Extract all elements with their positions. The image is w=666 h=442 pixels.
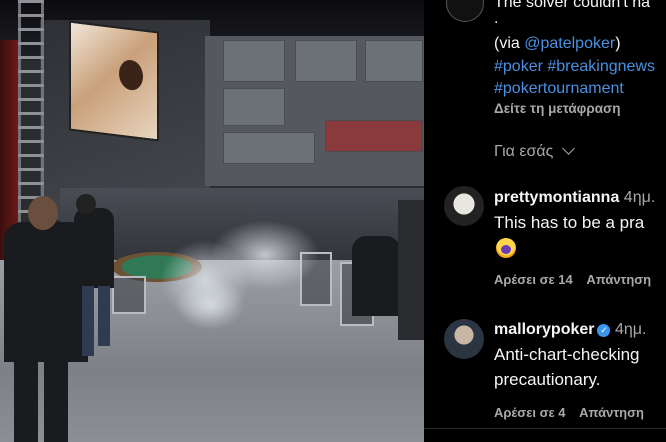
post-video[interactable]: [0, 0, 424, 442]
comment-header: mallorypoker ✓ 4ημ.: [494, 321, 646, 339]
person: [98, 286, 110, 346]
via-suffix: ): [615, 35, 621, 52]
author-avatar[interactable]: [446, 0, 484, 22]
smoke-cloud: [175, 280, 245, 330]
person: [82, 286, 94, 356]
person: [398, 200, 424, 340]
hashtags-line-2[interactable]: #pokertournament: [494, 80, 624, 98]
person: [14, 350, 38, 442]
person: [74, 208, 114, 288]
commenter-avatar[interactable]: [444, 186, 484, 226]
person-head: [28, 196, 58, 230]
comment-username[interactable]: mallorypoker: [494, 321, 594, 338]
chair: [112, 276, 146, 314]
comment-actions: Αρέσει σε 14 Απάντηση: [494, 272, 651, 287]
reply-button[interactable]: Απάντηση: [579, 405, 644, 420]
comment-likes[interactable]: Αρέσει σε 4: [494, 405, 566, 420]
comment-time: 4ημ.: [623, 189, 656, 206]
person-head: [76, 194, 96, 214]
comment-text: This has to be a pra: [494, 213, 645, 232]
comment-text-line-2: precautionary.: [494, 370, 601, 389]
comment-time: 4ημ.: [614, 321, 647, 338]
caption-text: The solver couldn't ha: [494, 0, 651, 11]
smoke-cloud: [210, 220, 320, 290]
divider: [424, 428, 666, 429]
person: [44, 350, 68, 442]
scream-emoji-icon: [496, 238, 516, 258]
commenter-avatar[interactable]: [444, 319, 484, 359]
via-handle-link[interactable]: @patelpoker: [524, 35, 615, 52]
chevron-down-icon: [561, 142, 575, 155]
comment-header: prettymontianna 4ημ.: [494, 189, 655, 207]
comments-panel: The solver couldn't ha . (via @patelpoke…: [424, 0, 666, 442]
person: [352, 236, 400, 316]
caption-via: (via @patelpoker): [494, 35, 621, 53]
comment-text-line-1: Anti-chart-checking: [494, 345, 640, 364]
see-translation-link[interactable]: Δείτε τη μετάφραση: [494, 101, 620, 116]
caption-dot: .: [494, 10, 499, 27]
back-wall: [205, 36, 424, 186]
verified-badge-icon: ✓: [597, 324, 611, 337]
tv-screen: [69, 20, 159, 142]
comment-actions: Αρέσει σε 4 Απάντηση: [494, 405, 644, 420]
comment-username[interactable]: prettymontianna: [494, 189, 619, 206]
hashtags-line-1[interactable]: #poker #breakingnews: [494, 58, 655, 76]
comment-likes[interactable]: Αρέσει σε 14: [494, 272, 573, 287]
for-you-dropdown[interactable]: Για εσάς: [494, 142, 575, 161]
reply-button[interactable]: Απάντηση: [586, 272, 651, 287]
via-prefix: (via: [494, 35, 525, 52]
for-you-label: Για εσάς: [494, 143, 554, 160]
